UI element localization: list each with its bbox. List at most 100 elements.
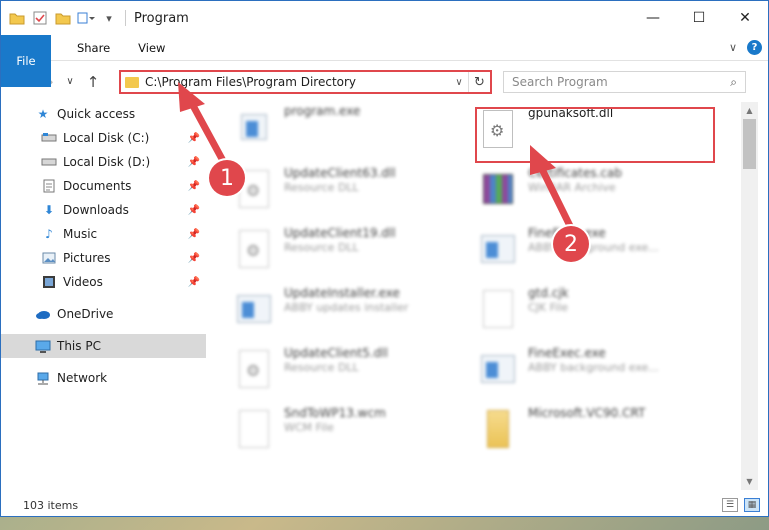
refresh-button[interactable]: ↻ xyxy=(468,72,490,92)
cloud-icon xyxy=(35,307,51,321)
file-item[interactable]: FineExec.exeABBY background exe... xyxy=(478,346,713,398)
dll-icon xyxy=(234,346,274,392)
file-item[interactable]: FineExec.exeABBY background exe... xyxy=(478,226,713,278)
file-name: Microsoft.VC90.CRT xyxy=(528,406,646,420)
search-icon[interactable]: ⌕ xyxy=(730,75,737,90)
pin-icon[interactable]: 📌 xyxy=(188,253,200,264)
sidebar-item-music[interactable]: ♪ Music 📌 xyxy=(1,222,206,246)
file-item[interactable]: Certificates.cab WinRAR Archive xyxy=(478,166,713,218)
file-item[interactable]: Microsoft.VC90.CRT xyxy=(478,406,713,458)
sidebar-item-local-disk-c[interactable]: Local Disk (C:) 📌 xyxy=(1,126,206,150)
vertical-scrollbar[interactable]: ▲ ▼ xyxy=(741,102,758,490)
sidebar-item-videos[interactable]: Videos 📌 xyxy=(1,270,206,294)
file-item[interactable]: program.exe xyxy=(234,104,469,156)
ribbon-right-controls: ∨ ? xyxy=(729,35,768,60)
pin-icon[interactable]: 📌 xyxy=(188,181,200,192)
file-item[interactable]: UpdateClient5.dllResource DLL xyxy=(234,346,469,398)
sidebar-item-label: OneDrive xyxy=(57,307,114,321)
up-button[interactable]: ↑ xyxy=(81,70,105,94)
large-icons-view-icon[interactable]: ▦ xyxy=(744,498,760,512)
title-separator xyxy=(125,10,126,26)
sidebar-item-onedrive[interactable]: OneDrive xyxy=(1,302,206,326)
properties-icon[interactable] xyxy=(30,8,50,28)
sidebar-item-documents[interactable]: Documents 📌 xyxy=(1,174,206,198)
file-name: UpdateClient19.dll xyxy=(284,226,396,240)
file-explorer-window: ▾ Program — ☐ ✕ File Home Share View ∨ ?… xyxy=(0,0,769,517)
sidebar-item-label: Quick access xyxy=(57,107,136,121)
ribbon-tabs: File Home Share View ∨ ? xyxy=(1,35,768,87)
file-type: WinRAR Archive xyxy=(528,181,616,194)
music-icon: ♪ xyxy=(45,227,53,241)
tab-file[interactable]: File xyxy=(1,35,51,87)
scroll-down-icon[interactable]: ▼ xyxy=(741,473,758,490)
pin-icon[interactable]: 📌 xyxy=(188,277,200,288)
tab-share[interactable]: Share xyxy=(63,35,124,60)
videos-icon xyxy=(41,275,57,289)
file-item[interactable]: gtd.cjk CJK File xyxy=(478,286,713,338)
file-type: Resource DLL xyxy=(284,241,359,254)
search-box[interactable]: ⌕ xyxy=(503,71,746,93)
file-name: Certificates.cab xyxy=(528,166,622,180)
scroll-thumb[interactable] xyxy=(743,119,756,169)
pin-icon[interactable]: 📌 xyxy=(188,133,200,144)
new-folder-icon[interactable] xyxy=(53,8,73,28)
folder-icon[interactable] xyxy=(7,8,27,28)
pin-icon[interactable]: 📌 xyxy=(188,157,200,168)
file-type: ABBY updates installer xyxy=(284,301,409,314)
file-name: UpdateInstaller.exe xyxy=(284,286,400,300)
pin-icon[interactable]: 📌 xyxy=(188,229,200,240)
program-icon xyxy=(234,104,274,150)
dropdown-arrow-icon[interactable]: ▾ xyxy=(99,8,119,28)
sidebar-item-label: Pictures xyxy=(63,251,111,265)
window-controls: — ☐ ✕ xyxy=(630,1,768,35)
close-button[interactable]: ✕ xyxy=(722,1,768,35)
address-path[interactable]: C:\Program Files\Program Directory xyxy=(145,75,450,89)
download-icon: ⬇ xyxy=(43,203,55,217)
maximize-button[interactable]: ☐ xyxy=(676,1,722,35)
file-type: Resource DLL xyxy=(284,361,359,374)
address-bar[interactable]: C:\Program Files\Program Directory ∨ ↻ xyxy=(119,70,492,94)
pin-icon[interactable]: 📌 xyxy=(188,205,200,216)
file-name: UpdateClient5.dll xyxy=(284,346,388,360)
file-item[interactable]: SndToWP13.wcm WCM File xyxy=(234,406,469,458)
address-dropdown-icon[interactable]: ∨ xyxy=(450,77,468,88)
recent-locations-button[interactable]: ∨ xyxy=(63,70,77,94)
file-icon xyxy=(478,286,518,332)
file-item[interactable]: UpdateInstaller.exe ABBY updates installe… xyxy=(234,286,469,338)
sidebar-item-pictures[interactable]: Pictures 📌 xyxy=(1,246,206,270)
sidebar-item-quick-access[interactable]: ★ Quick access xyxy=(1,102,206,126)
sidebar-item-label: Music xyxy=(63,227,98,241)
tab-view[interactable]: View xyxy=(124,35,179,60)
item-count: 103 items xyxy=(23,498,79,512)
file-type: ABBY background exe... xyxy=(528,241,659,254)
exe-icon xyxy=(478,226,518,272)
archive-icon xyxy=(478,166,518,212)
details-view-icon[interactable]: ☰ xyxy=(722,498,738,512)
file-item[interactable]: UpdateClient63.dllResource DLL xyxy=(234,166,469,218)
sidebar-item-label: This PC xyxy=(57,339,101,353)
star-icon: ★ xyxy=(37,107,49,121)
file-item[interactable]: UpdateClient19.dllResource DLL xyxy=(234,226,469,278)
exe-icon xyxy=(478,346,518,392)
step-marker-1: 1 xyxy=(209,160,245,196)
customize-toolbar-icon[interactable] xyxy=(76,8,96,28)
sidebar-item-network[interactable]: Network xyxy=(1,366,206,390)
network-icon xyxy=(35,371,51,385)
search-input[interactable] xyxy=(512,75,731,89)
file-icon xyxy=(234,406,274,452)
help-icon[interactable]: ? xyxy=(747,40,762,55)
expand-ribbon-icon[interactable]: ∨ xyxy=(729,41,737,54)
sidebar-item-this-pc[interactable]: This PC xyxy=(1,334,206,358)
view-switcher: ☰ ▦ xyxy=(722,498,768,512)
file-name: SndToWP13.wcm xyxy=(284,406,386,420)
sidebar-item-local-disk-d[interactable]: Local Disk (D:) 📌 xyxy=(1,150,206,174)
scroll-up-icon[interactable]: ▲ xyxy=(741,102,758,119)
dll-icon xyxy=(234,226,274,272)
sidebar-item-label: Downloads xyxy=(63,203,129,217)
file-type: CJK File xyxy=(528,301,569,314)
file-name: FineExec.exe xyxy=(528,226,659,241)
minimize-button[interactable]: — xyxy=(630,1,676,35)
sidebar-item-downloads[interactable]: ⬇ Downloads 📌 xyxy=(1,198,206,222)
drive-icon xyxy=(41,155,57,169)
